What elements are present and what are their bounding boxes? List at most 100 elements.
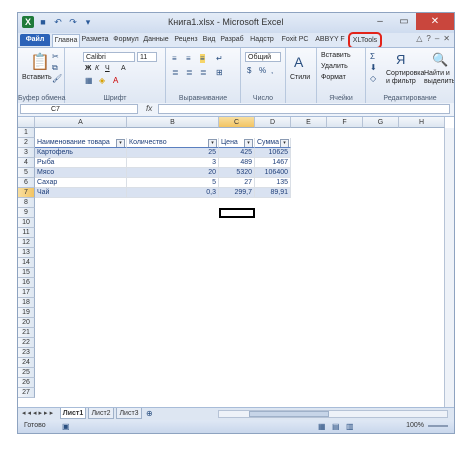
table-cell[interactable]: 20 (127, 168, 219, 178)
align-left-icon[interactable]: ≣ (172, 68, 179, 77)
tab-addins[interactable]: Надстр (248, 34, 276, 46)
row-header[interactable]: 1 (18, 128, 35, 138)
row-header[interactable]: 23 (18, 348, 35, 358)
align-center-icon[interactable]: ≣ (186, 68, 193, 77)
autosum-icon[interactable]: Σ (370, 52, 375, 61)
styles-label[interactable]: Стили (290, 74, 310, 81)
worksheet-grid[interactable]: A B C D E F G H 1 2 3 4 5 6 7 8 9 10 11 12 13 14 15 16 1… (18, 117, 454, 407)
table-cell[interactable]: Мясо (35, 168, 127, 178)
font-color-icon[interactable]: A (113, 76, 118, 85)
restore-button[interactable]: ▭ (392, 13, 416, 30)
row-header[interactable]: 24 (18, 358, 35, 368)
close-button[interactable]: ✕ (416, 13, 454, 30)
row-header[interactable]: 22 (18, 338, 35, 348)
row-header[interactable]: 10 (18, 218, 35, 228)
filter-dropdown-icon[interactable]: ▾ (244, 139, 253, 147)
table-cell[interactable]: 425 (219, 148, 255, 158)
tab-foxit[interactable]: Foxit PC (278, 34, 312, 46)
paste-icon[interactable]: 📋 (30, 52, 50, 72)
tab-data[interactable]: Данные (142, 34, 170, 46)
row-header[interactable]: 25 (18, 368, 35, 378)
table-cell[interactable]: Чай (35, 188, 127, 198)
currency-icon[interactable]: $ (247, 66, 251, 75)
table-cell[interactable]: 3 (127, 158, 219, 168)
cut-icon[interactable]: ✂ (52, 52, 59, 61)
help-icon[interactable]: ? (426, 34, 430, 43)
horizontal-scrollbar[interactable] (218, 410, 448, 418)
row-header[interactable]: 9 (18, 208, 35, 218)
table-cell[interactable]: 27 (219, 178, 255, 188)
filter-dropdown-icon[interactable]: ▾ (280, 139, 289, 147)
row-header[interactable]: 8 (18, 198, 35, 208)
underline-button[interactable]: Ч (105, 65, 110, 72)
table-cell[interactable]: Рыба (35, 158, 127, 168)
tab-home[interactable]: Главна (52, 34, 80, 47)
column-header-g[interactable]: G (363, 117, 399, 128)
select-all-corner[interactable] (18, 117, 35, 128)
align-bottom-icon[interactable]: ≡ (200, 54, 205, 63)
column-header-b[interactable]: B (127, 117, 219, 128)
tab-review[interactable]: Реценз (172, 34, 200, 46)
tab-developer[interactable]: Разраб (218, 34, 246, 46)
table-cell[interactable]: 489 (219, 158, 255, 168)
scroll-thumb[interactable] (249, 411, 329, 417)
sheet-tab-1[interactable]: Лист1 (60, 408, 86, 419)
row-header[interactable]: 12 (18, 238, 35, 248)
row-header[interactable]: 6 (18, 178, 35, 188)
table-cell[interactable]: 106400 (255, 168, 291, 178)
row-header[interactable]: 7 (18, 188, 35, 198)
column-header-d[interactable]: D (255, 117, 291, 128)
sheet-tab-2[interactable]: Лист2 (88, 408, 114, 419)
font-name-combo[interactable]: Calibri (83, 52, 135, 62)
row-header[interactable]: 15 (18, 268, 35, 278)
header-sum[interactable]: Сумма ▾ (255, 138, 291, 148)
column-header-f[interactable]: F (327, 117, 363, 128)
grow-font-button[interactable]: A (121, 65, 126, 72)
sort-filter-button[interactable]: Сортировка и фильтр (386, 70, 424, 86)
number-format-combo[interactable]: Общий (245, 52, 281, 62)
tab-abbyy[interactable]: ABBYY F (314, 34, 346, 46)
find-select-icon[interactable]: 🔍 (432, 52, 448, 68)
fill-color-icon[interactable]: ◈ (99, 76, 105, 85)
fx-icon[interactable]: fx (146, 104, 152, 113)
column-header-a[interactable]: A (35, 117, 127, 128)
doc-minimize-icon[interactable]: – (435, 34, 439, 43)
page-break-icon[interactable]: ▥ (346, 422, 354, 431)
minimize-ribbon-icon[interactable]: △ (416, 34, 422, 43)
percent-icon[interactable]: % (259, 66, 266, 75)
table-cell[interactable]: Картофель (35, 148, 127, 158)
dropdown-icon[interactable]: ▾ (82, 16, 94, 28)
format-painter-icon[interactable]: 🖌 (52, 74, 62, 83)
row-header[interactable]: 11 (18, 228, 35, 238)
align-middle-icon[interactable]: ≡ (186, 54, 191, 63)
zoom-level[interactable]: 100% (406, 422, 424, 429)
filter-dropdown-icon[interactable]: ▾ (208, 139, 217, 147)
merge-cells-icon[interactable]: ⊞ (216, 68, 223, 77)
tab-formulas[interactable]: Формул (112, 34, 140, 46)
format-cells-button[interactable]: Формат (321, 74, 346, 81)
name-box[interactable]: C7 (20, 104, 138, 114)
find-select-button[interactable]: Найти и выделить (424, 70, 454, 86)
header-quantity[interactable]: Количество ▾ (127, 138, 219, 148)
table-cell[interactable]: 10625 (255, 148, 291, 158)
zoom-slider[interactable] (428, 425, 448, 427)
vertical-scrollbar[interactable] (444, 128, 454, 407)
table-cell[interactable]: Сахар (35, 178, 127, 188)
redo-icon[interactable]: ↷ (67, 16, 79, 28)
save-icon[interactable]: ■ (37, 16, 49, 28)
styles-icon[interactable]: A (294, 54, 303, 70)
row-header[interactable]: 13 (18, 248, 35, 258)
table-cell[interactable]: 135 (255, 178, 291, 188)
comma-icon[interactable]: , (271, 66, 273, 75)
insert-cells-button[interactable]: Вставить (321, 52, 351, 59)
column-header-e[interactable]: E (291, 117, 327, 128)
undo-icon[interactable]: ↶ (52, 16, 64, 28)
header-name[interactable]: Наименование товара ▾ (35, 138, 127, 148)
tab-file[interactable]: Файл (20, 34, 50, 46)
insert-sheet-icon[interactable]: ⊕ (146, 409, 153, 418)
clear-icon[interactable]: ◇ (370, 74, 376, 83)
row-header[interactable]: 16 (18, 278, 35, 288)
table-cell[interactable]: 89,91 (255, 188, 291, 198)
row-header[interactable]: 4 (18, 158, 35, 168)
align-right-icon[interactable]: ≣ (200, 68, 207, 77)
